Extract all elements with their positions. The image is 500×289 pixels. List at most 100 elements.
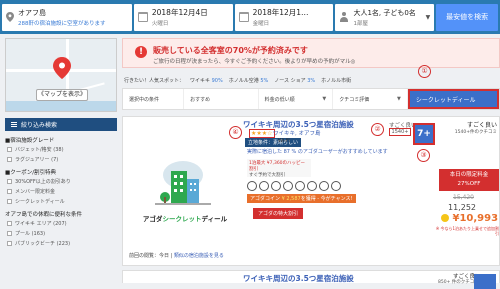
filter-option[interactable]: パブリックビーチ (223) <box>7 240 70 247</box>
amenity-icon <box>295 181 305 191</box>
chevron-down-icon: ▼ <box>322 96 327 102</box>
agoda-coin-banner: アゴダコイン ¥ 2,587を獲得 - 今がチャンス! <box>247 194 356 203</box>
spot-link[interactable]: ワイキキ 90% <box>190 77 223 84</box>
calendar-icon <box>238 12 249 22</box>
filter-title: 絞り込み検索 <box>21 122 58 129</box>
sort-bar: 選択中の条件 おすすめ 料金の低い順 ▼ クチコミ評価 ▼ シークレットディール <box>122 88 500 110</box>
amenity-icon <box>271 181 281 191</box>
availability-banner: ! 販売している全客室の70%が予約済みです ご旅行の日程が決まったら、今すぐご… <box>122 38 500 68</box>
spot-link[interactable]: ホノルル空港 5% <box>229 77 269 84</box>
filter-group-title: ■クーポン/割引特典 <box>5 170 57 176</box>
spots-label: 行きたい！人気スポット： <box>124 77 185 84</box>
checkbox[interactable] <box>7 199 12 204</box>
similar-hotels-link[interactable]: 類似の宿泊施設を見る <box>174 253 224 259</box>
checkbox[interactable] <box>7 231 12 236</box>
hotel-card[interactable]: ワイキキ周辺の3.5つ星宿泊施設 すごく良い 850+ 件のクチコミ <box>122 270 500 285</box>
sort-selected-conditions[interactable]: 選択中の条件 <box>123 89 185 109</box>
spot-link[interactable]: ノース ショア 3% <box>274 77 315 84</box>
checkout-field[interactable]: 2018年12月1… 金曜日 <box>234 3 334 31</box>
checkin-field[interactable]: 2018年12月4日 火曜日 <box>133 3 233 31</box>
sort-lowest-price[interactable]: 料金の低い順 ▼ <box>259 89 334 109</box>
spot-link[interactable]: ホノルル市街 <box>321 77 351 84</box>
show-map-button[interactable]: 《マップを表示》 <box>36 89 88 101</box>
annotation-marker-4: ④ <box>229 126 242 139</box>
checkbox[interactable] <box>7 221 12 226</box>
filter-option[interactable]: バジェット/格安 (38) <box>7 146 64 153</box>
special-deal-button[interactable]: アゴダの特大割引 <box>253 208 304 219</box>
secret-deal-building-icon <box>155 161 211 205</box>
sort-recommended[interactable]: おすすめ <box>184 89 259 109</box>
recently-viewed: 前回の閲覧：今日 | 類似の宿泊施設を見る <box>129 253 224 259</box>
price-note: ※ 今なら1泊あたり上乗せで追加割引 <box>435 226 499 236</box>
filter-header: 絞り込み検索 <box>5 118 117 131</box>
price-original: 15,420 <box>453 194 474 201</box>
location-pin-icon <box>6 11 14 22</box>
sort-secret-deal[interactable]: シークレットディール <box>407 89 499 109</box>
checkbox[interactable] <box>7 157 12 162</box>
availability-text: 288軒の宿泊施設に空室があります <box>18 20 106 27</box>
checkout-day: 金曜日 <box>252 21 270 27</box>
price-header: すごく良い 1540+件のクチコミ <box>445 120 497 135</box>
price-review-count: 850+ 件のクチコミ <box>438 280 479 285</box>
guests-field[interactable]: 大人1名, 子ども0名 1部屋 ▼ <box>335 3 435 31</box>
banner-title: 販売している全客室の70%が予約済みです <box>153 46 308 55</box>
destination-field[interactable]: オアフ島 288軒の宿泊施設に空室があります <box>2 3 132 31</box>
hotel-card[interactable]: アゴダシークレットディール ワイキキ周辺の3.5つ星宿泊施設 ④ ★★★☆ ワイ… <box>122 116 500 266</box>
amenity-icon <box>319 181 329 191</box>
alert-icon: ! <box>135 46 147 58</box>
filter-group-title: ■宿泊施設グレード <box>5 138 55 144</box>
filter-option[interactable]: ラグジュアリー (7) <box>7 156 58 163</box>
calendar-icon <box>137 12 148 22</box>
sidebar: 《マップを表示》 絞り込み検索 ■宿泊施設グレード バジェット/格安 (38) … <box>0 34 122 283</box>
price-discounted: 11,252 <box>448 203 476 212</box>
hotel-location-link[interactable]: ワイキキ, オアフ島 <box>273 129 321 137</box>
filter-option[interactable]: シークレットディール <box>7 198 65 205</box>
amenity-icon <box>247 181 257 191</box>
filter-group-title: オアフ島での休暇に便利な条件 <box>5 212 83 218</box>
discount-box: 1泊最大 ¥7,360のハッピー割引 すぐ予約で大割引 <box>247 159 311 178</box>
filter-option[interactable]: ワイキキ エリア (207) <box>7 220 67 227</box>
amenity-icon <box>331 181 341 191</box>
checkout-date: 2018年12月1… <box>252 8 309 17</box>
today-deal-badge: 本日の限定料金 27%OFF <box>439 169 499 191</box>
amenity-icon <box>259 181 269 191</box>
hotel-image[interactable]: アゴダシークレットディール <box>129 123 239 238</box>
guests-value: 大人1名, 子ども0名 <box>353 8 416 17</box>
banner-subtitle: ご旅行の日程が決まったら、今すぐご予約ください。後よりが早めの予約がマル◎ <box>153 59 356 65</box>
location-badge: 立地条件：素晴らしい <box>245 138 302 147</box>
review-count[interactable]: 1540+ <box>389 128 411 136</box>
price-final[interactable]: ¥10,993 <box>441 213 498 224</box>
sort-review-score[interactable]: クチコミ評価 ▼ <box>333 89 408 109</box>
checkbox[interactable] <box>7 147 12 152</box>
checkbox[interactable] <box>7 241 12 246</box>
star-rating: ★★★☆ <box>249 129 275 138</box>
map-preview[interactable]: 《マップを表示》 <box>5 38 117 112</box>
search-bar: オアフ島 288軒の宿泊施設に空室があります 2018年12月4日 火曜日 20… <box>0 0 500 34</box>
review-score-badge[interactable] <box>474 274 496 289</box>
filter-option[interactable]: メンバー限定料金 <box>7 188 55 195</box>
results-panel: ! 販売している全客室の70%が予約済みです ご旅行の日程が決まったら、今すぐご… <box>122 34 500 289</box>
destination-value: オアフ島 <box>18 8 46 17</box>
checkin-day: 火曜日 <box>151 21 169 27</box>
checkbox[interactable] <box>7 179 12 184</box>
map-pin-icon <box>53 57 71 79</box>
hotel-name-link[interactable]: ワイキキ周辺の3.5つ星宿泊施設 <box>243 273 354 284</box>
secret-deal-label: アゴダシークレットディール <box>142 215 228 223</box>
price-review-count: 1540+件のクチコミ <box>454 130 497 135</box>
amenity-icons <box>247 181 341 191</box>
price-rating-word: すごく良い <box>466 122 497 129</box>
chevron-down-icon: ▼ <box>425 13 431 21</box>
search-button[interactable]: 最安値を検索 <box>436 3 498 31</box>
filter-option[interactable]: プール (163) <box>7 230 45 237</box>
amenity-icon <box>283 181 293 191</box>
checkin-date: 2018年12月4日 <box>151 8 208 17</box>
filter-option[interactable]: 30%OFF以上の割引あり <box>7 178 71 185</box>
review-score-badge[interactable]: 7+ <box>413 123 435 145</box>
rooms-value: 1部屋 <box>353 20 368 27</box>
chevron-down-icon: ▼ <box>397 96 401 102</box>
checkbox[interactable] <box>7 189 12 194</box>
annotation-marker-3: ③ <box>417 149 430 162</box>
wifi-badge: Wi-Fi <box>278 138 290 144</box>
annotation-marker-2: ② <box>371 123 384 136</box>
amenity-icon <box>307 181 317 191</box>
